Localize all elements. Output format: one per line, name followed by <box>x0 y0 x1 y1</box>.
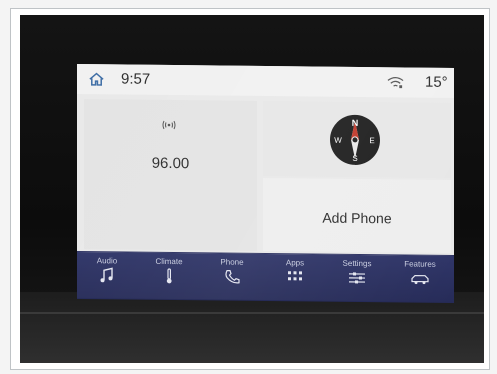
radio-frequency: 96.00 <box>151 154 190 173</box>
infotainment-screen: 9:57 15° 96.00 N E S W Add Phone Audio C… <box>77 64 454 303</box>
nav-climate-label: Climate <box>155 256 183 267</box>
phone-handset-icon <box>225 269 240 284</box>
dashboard-trim <box>20 292 484 363</box>
nav-audio[interactable]: Audio <box>77 252 137 300</box>
bottom-nav-bar: Audio Climate Phone Apps Settings Featur… <box>77 251 454 303</box>
trim-line <box>20 312 484 314</box>
home-icon[interactable] <box>88 71 105 87</box>
nav-features[interactable]: Features <box>390 255 450 303</box>
status-bar: 9:57 15° <box>77 64 454 98</box>
clock: 9:57 <box>121 70 151 88</box>
nav-apps[interactable]: Apps <box>265 254 325 302</box>
add-phone-label: Add Phone <box>322 209 392 227</box>
compass-west: W <box>334 136 342 145</box>
sliders-icon <box>349 272 365 284</box>
add-phone-panel[interactable]: Add Phone <box>263 177 451 253</box>
nav-features-label: Features <box>404 259 436 269</box>
apps-grid-icon <box>288 271 302 281</box>
outside-temperature: 15° <box>425 73 448 91</box>
radio-signal-icon <box>162 120 176 130</box>
compass-south: S <box>352 154 357 163</box>
nav-settings-label: Settings <box>342 258 372 269</box>
nav-phone-label: Phone <box>220 257 244 267</box>
thermometer-icon <box>166 268 172 284</box>
nav-settings[interactable]: Settings <box>327 255 387 303</box>
nav-audio-label: Audio <box>96 256 118 266</box>
compass-icon: N E S W <box>330 114 380 165</box>
music-note-icon <box>100 267 113 283</box>
nav-phone[interactable]: Phone <box>202 253 262 301</box>
wifi-icon <box>387 77 404 89</box>
compass-east: E <box>369 136 374 145</box>
radio-panel[interactable]: 96.00 <box>84 99 257 251</box>
vehicle-icon <box>411 274 429 285</box>
nav-climate[interactable]: Climate <box>139 253 199 301</box>
compass-north: N <box>352 118 358 128</box>
compass-panel[interactable]: N E S W <box>263 100 451 178</box>
nav-apps-label: Apps <box>285 258 305 268</box>
